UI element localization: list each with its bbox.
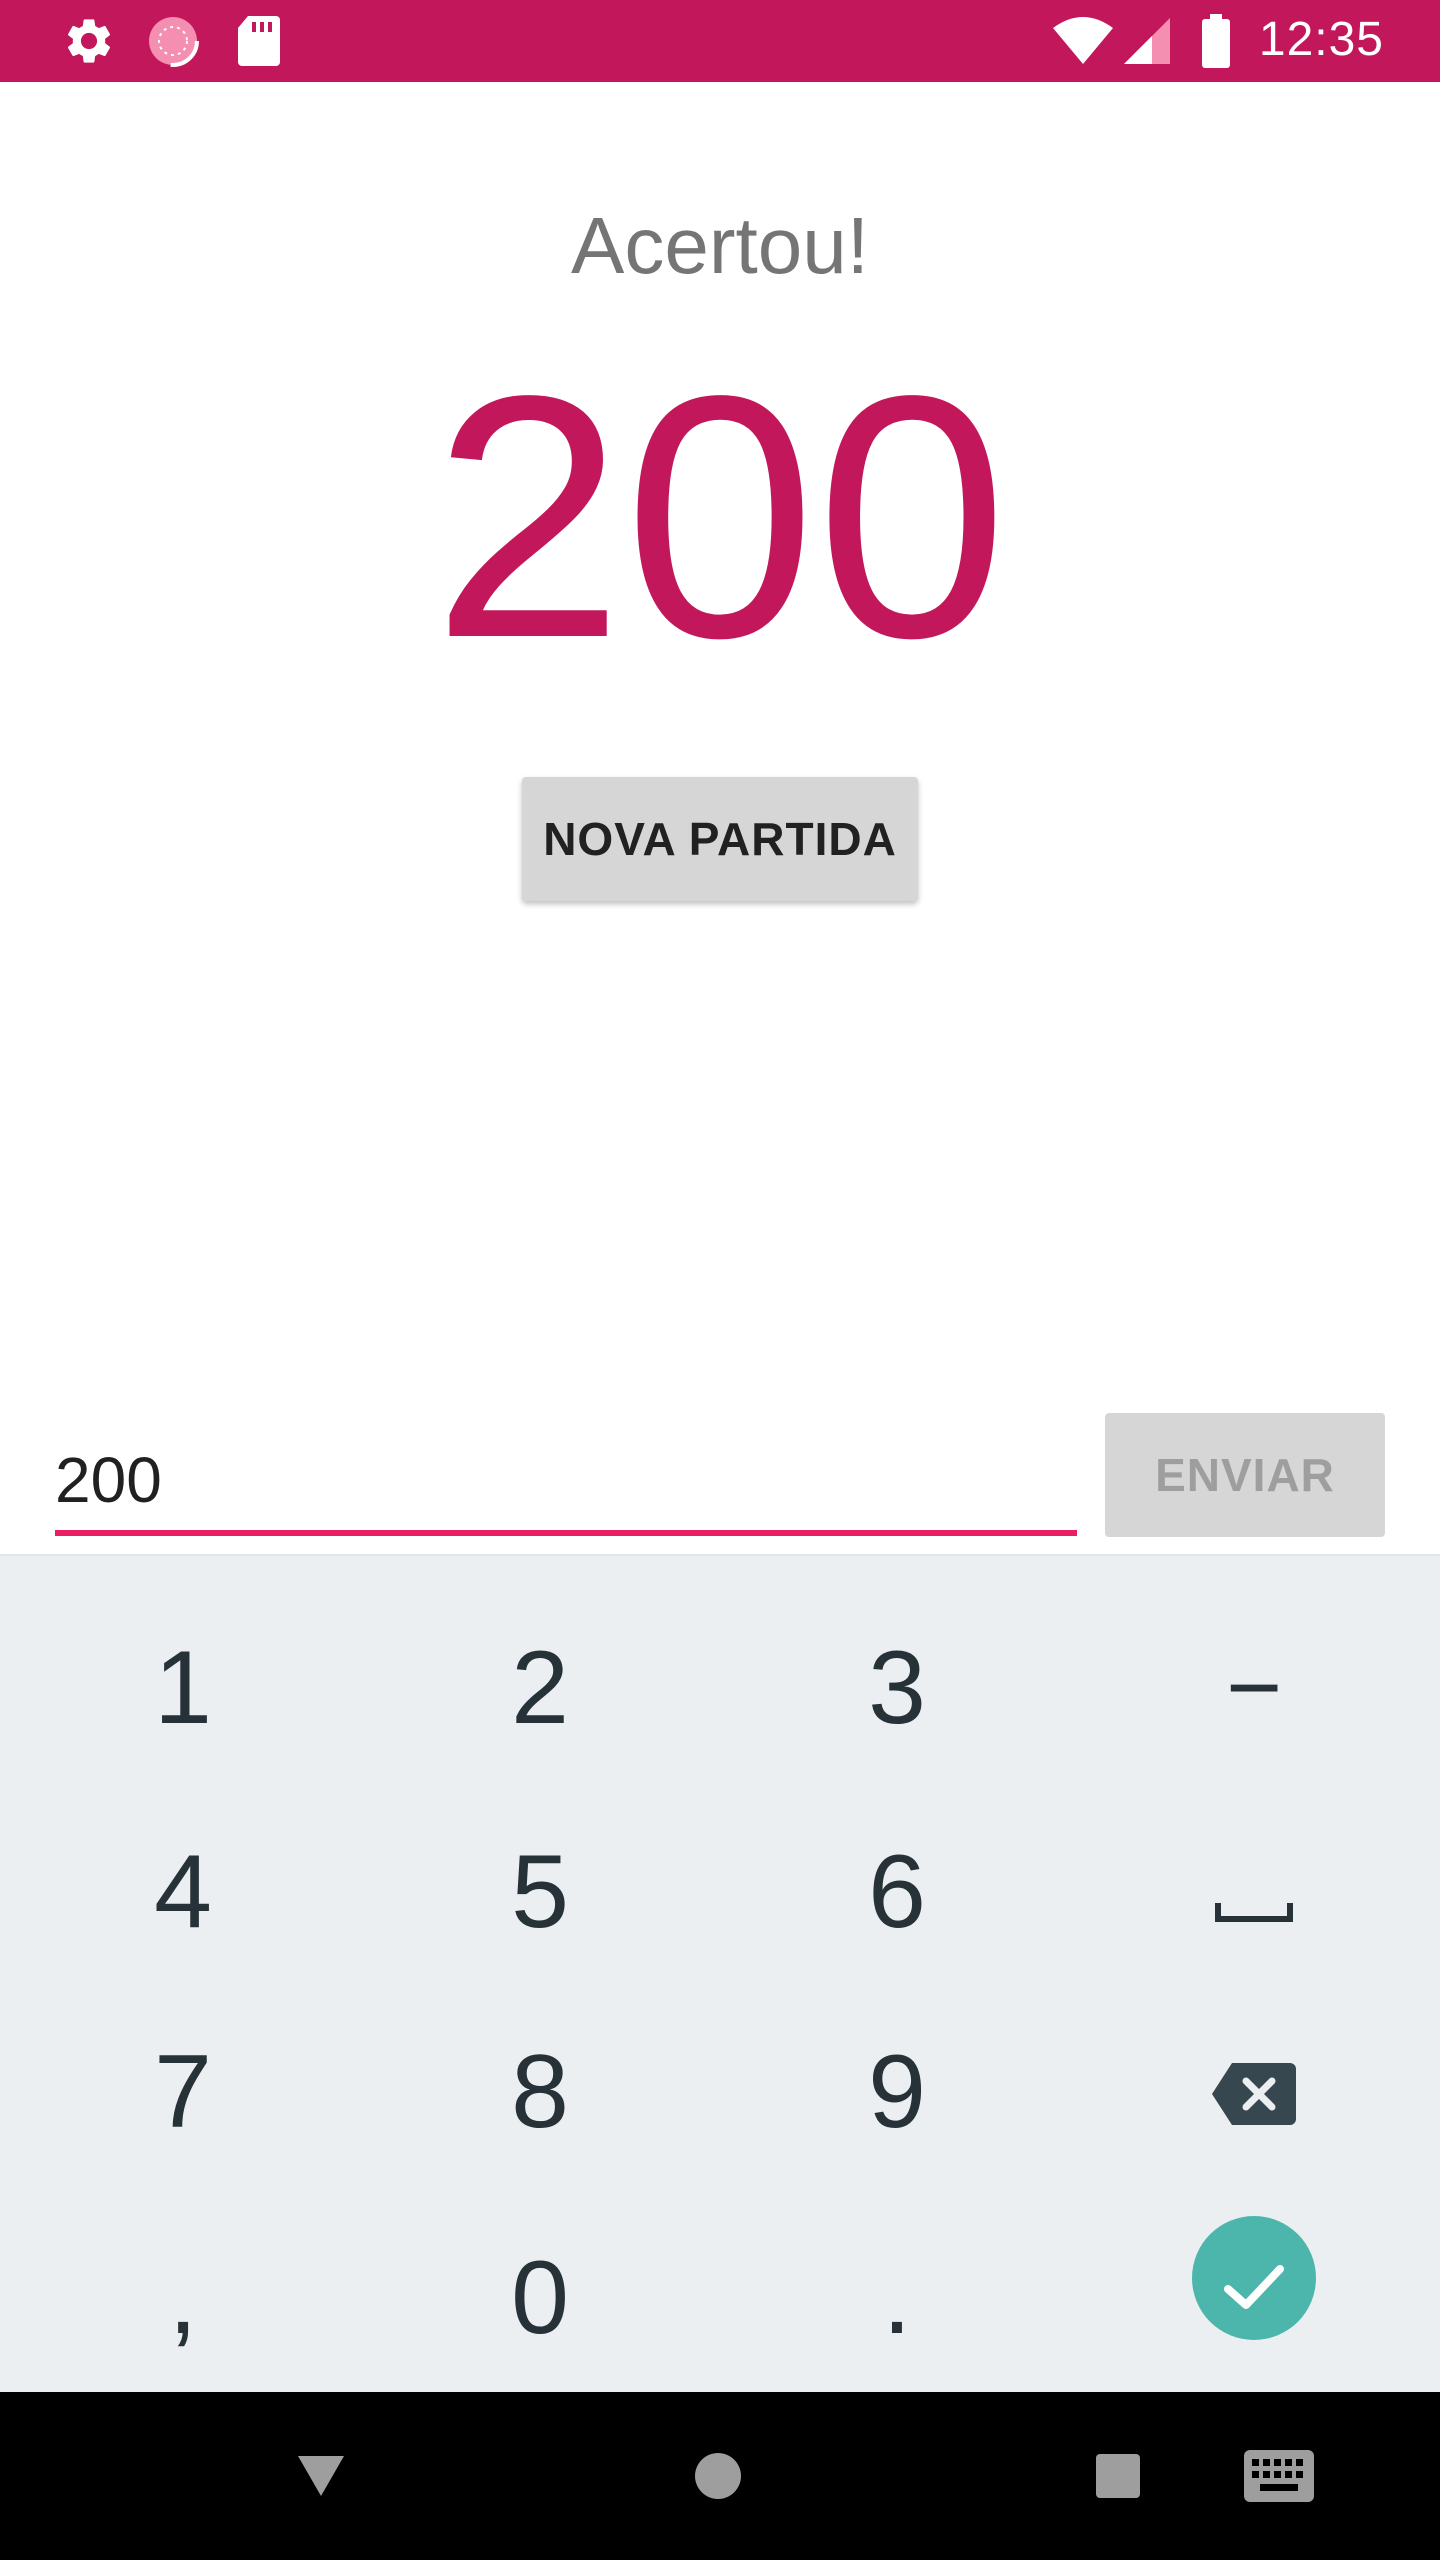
key-5[interactable]: 5 (390, 1812, 690, 1972)
wifi-icon (1052, 16, 1114, 71)
sync-icon (146, 14, 200, 73)
home-icon[interactable] (694, 2452, 742, 2505)
send-button[interactable]: ENVIAR (1105, 1413, 1385, 1537)
backspace-icon (1210, 2033, 1298, 2152)
key-9[interactable]: 9 (747, 2012, 1047, 2172)
key-6[interactable]: 6 (747, 1812, 1047, 1972)
guess-input[interactable]: 200 (55, 1430, 1077, 1536)
back-icon[interactable] (296, 2454, 346, 2503)
key-1[interactable]: 1 (33, 1608, 333, 1768)
space-icon (1214, 1833, 1294, 1952)
enter-circle (1192, 2216, 1316, 2340)
signal-icon (1122, 16, 1172, 71)
settings-icon (62, 14, 116, 73)
key-enter[interactable] (1104, 2198, 1404, 2358)
key-comma[interactable]: , (33, 2218, 333, 2378)
key-8[interactable]: 8 (390, 2012, 690, 2172)
key-backspace[interactable] (1104, 2012, 1404, 2172)
key-3[interactable]: 3 (747, 1608, 1047, 1768)
key-4[interactable]: 4 (33, 1812, 333, 1972)
status-bar: 12:35 (0, 0, 1440, 82)
status-time: 12:35 (1258, 13, 1384, 66)
navigation-bar (0, 2392, 1440, 2560)
key-minus[interactable]: − (1104, 1608, 1404, 1768)
new-game-button[interactable]: NOVA PARTIDA (522, 777, 918, 901)
recents-icon[interactable] (1096, 2454, 1140, 2503)
result-number: 200 (432, 325, 1008, 710)
key-space[interactable] (1104, 1812, 1404, 1972)
sd-card-icon (236, 14, 282, 73)
keyboard-switch-icon[interactable] (1244, 2450, 1314, 2507)
screen: 12:35 Acertou! 200 NOVA PARTIDA 200 ENVI… (0, 0, 1440, 2560)
check-icon (1222, 2219, 1286, 2338)
key-0[interactable]: 0 (390, 2218, 690, 2378)
battery-icon (1200, 14, 1232, 73)
key-2[interactable]: 2 (390, 1608, 690, 1768)
key-period[interactable]: . (747, 2218, 1047, 2378)
key-7[interactable]: 7 (33, 2012, 333, 2172)
result-label: Acertou! (571, 201, 869, 290)
numeric-keyboard: 1 2 3 − 4 5 6 7 8 9 , 0 . (0, 1554, 1440, 2394)
